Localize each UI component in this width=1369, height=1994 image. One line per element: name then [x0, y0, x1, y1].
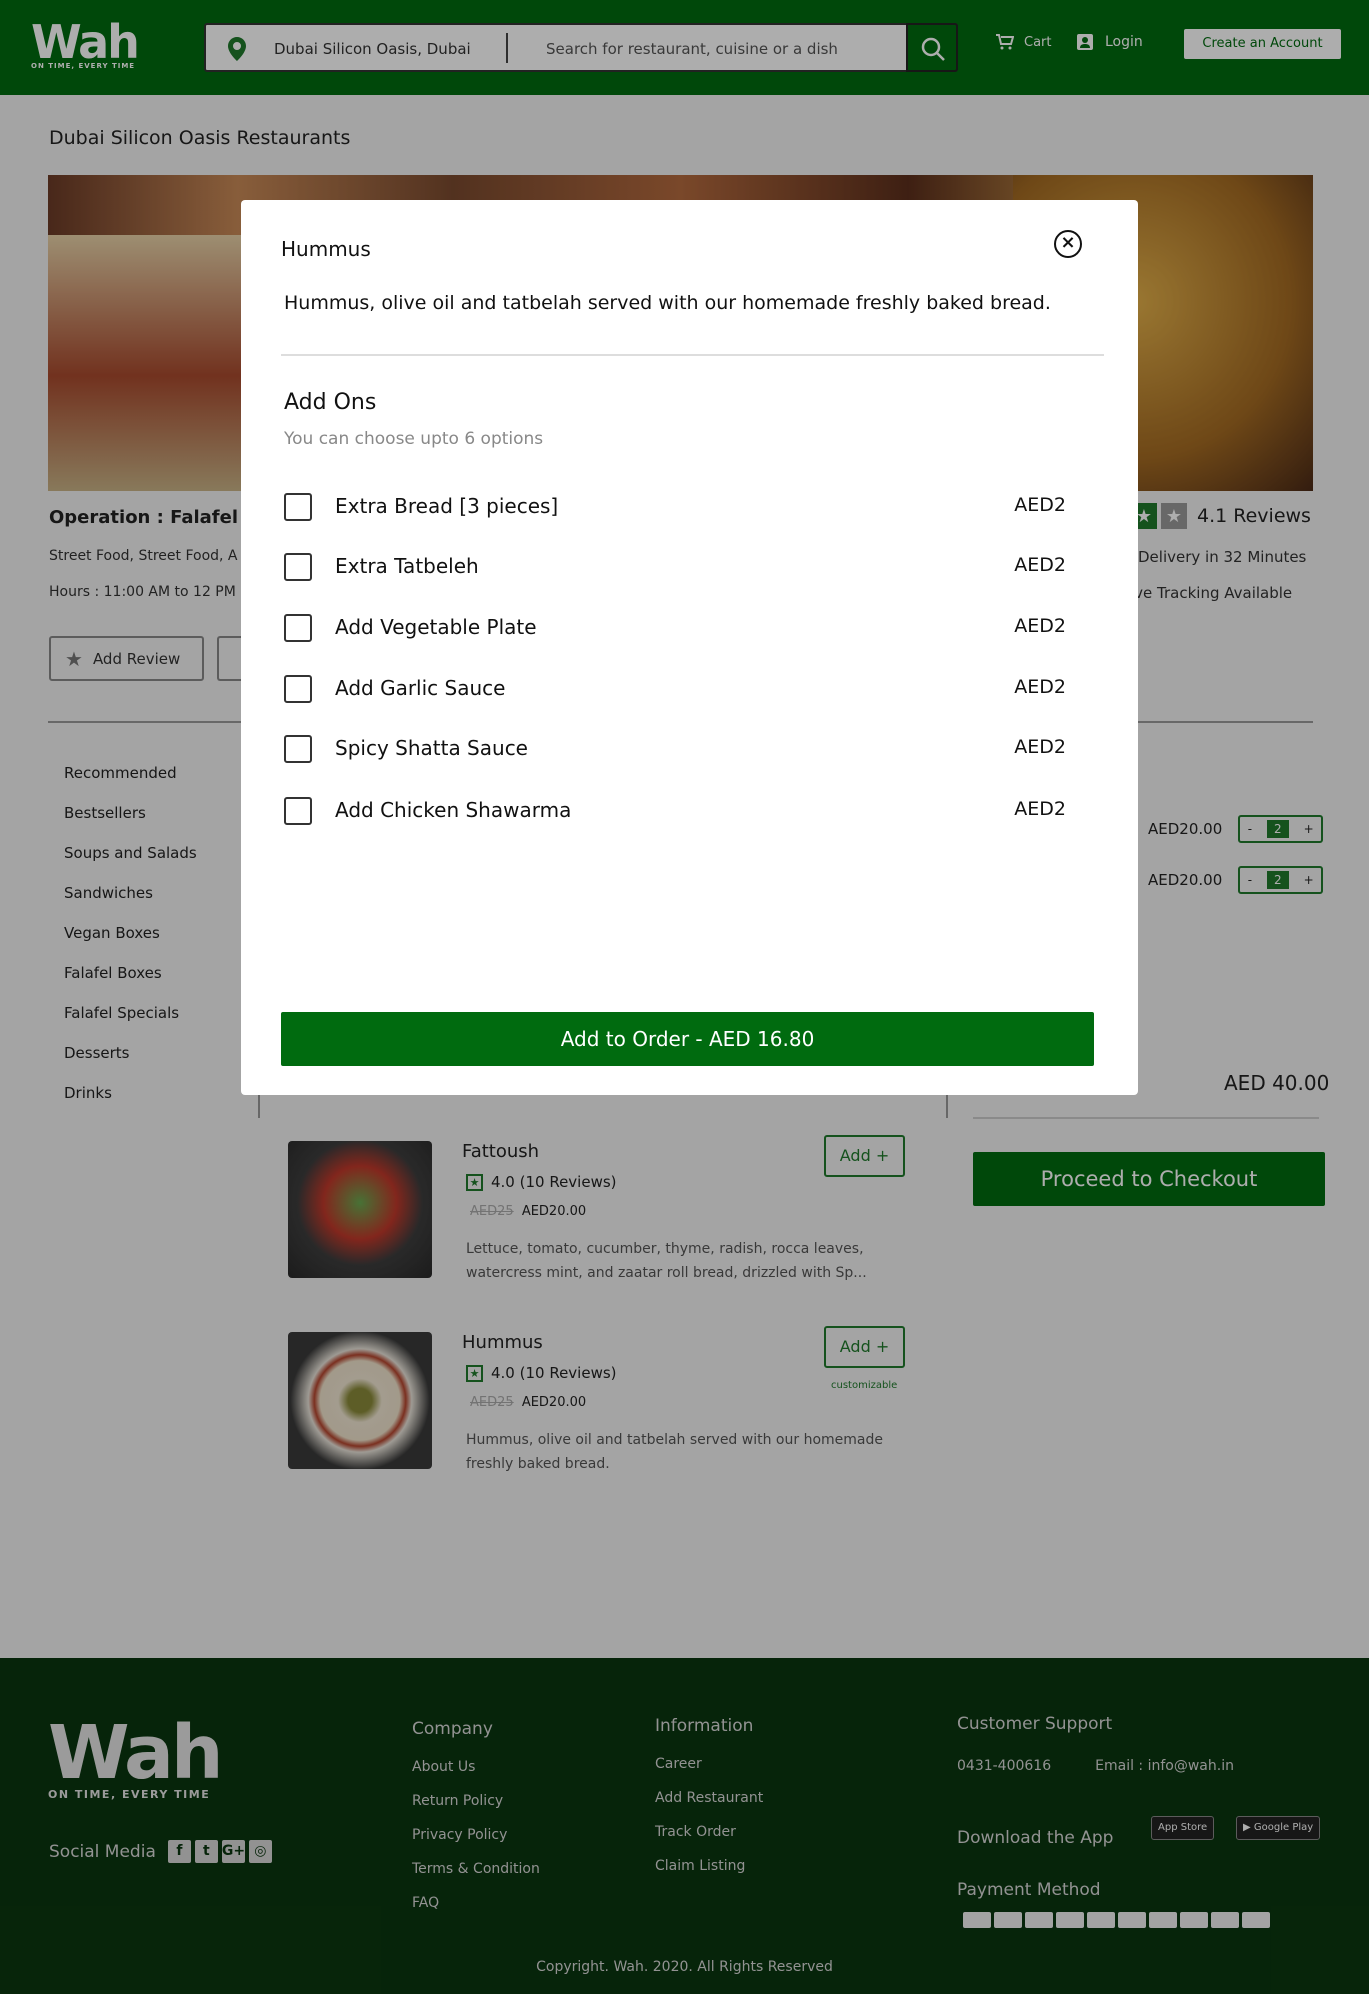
addon-option[interactable]: Add Chicken Shawarma AED2: [284, 795, 1066, 825]
addon-label: Extra Bread [3 pieces]: [335, 494, 559, 518]
addon-label: Add Vegetable Plate: [335, 615, 537, 639]
addon-label: Extra Tatbeleh: [335, 554, 479, 578]
addon-label: Spicy Shatta Sauce: [335, 736, 528, 760]
addon-checkbox[interactable]: [284, 797, 312, 825]
addon-checkbox[interactable]: [284, 614, 312, 642]
addon-price: AED2: [1014, 494, 1066, 516]
addon-price: AED2: [1014, 554, 1066, 576]
addons-subtitle: You can choose upto 6 options: [284, 429, 544, 449]
addon-label: Add Chicken Shawarma: [335, 798, 572, 822]
addon-checkbox[interactable]: [284, 735, 312, 763]
addons-title: Add Ons: [284, 390, 377, 415]
addon-option[interactable]: Extra Bread [3 pieces] AED2: [284, 491, 1066, 521]
modal-description: Hummus, olive oil and tatbelah served wi…: [284, 292, 1051, 314]
addon-option[interactable]: Add Garlic Sauce AED2: [284, 673, 1066, 703]
addon-price: AED2: [1014, 798, 1066, 820]
addon-checkbox[interactable]: [284, 493, 312, 521]
addon-option[interactable]: Extra Tatbeleh AED2: [284, 551, 1066, 581]
addon-price: AED2: [1014, 736, 1066, 758]
addon-option[interactable]: Add Vegetable Plate AED2: [284, 612, 1066, 642]
addon-option[interactable]: Spicy Shatta Sauce AED2: [284, 733, 1066, 763]
dish-customize-modal: Hummus × Hummus, olive oil and tatbelah …: [241, 200, 1138, 1095]
addon-price: AED2: [1014, 676, 1066, 698]
addon-checkbox[interactable]: [284, 675, 312, 703]
addon-label: Add Garlic Sauce: [335, 676, 506, 700]
addon-checkbox[interactable]: [284, 553, 312, 581]
add-to-order-button[interactable]: Add to Order - AED 16.80: [281, 1012, 1094, 1066]
close-icon[interactable]: ×: [1054, 230, 1082, 258]
modal-title: Hummus: [281, 237, 371, 261]
addon-price: AED2: [1014, 615, 1066, 637]
modal-divider: [281, 354, 1104, 356]
